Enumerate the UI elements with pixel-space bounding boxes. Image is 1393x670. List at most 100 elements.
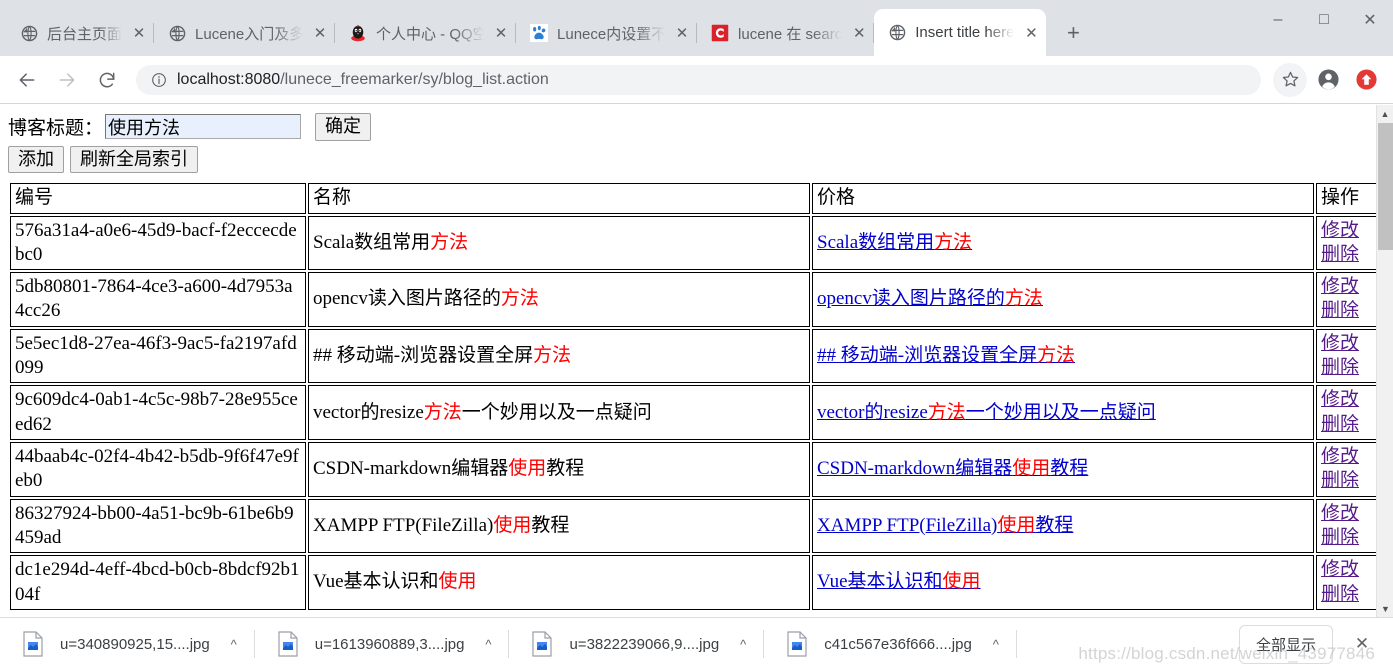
submit-button[interactable]: 确定 bbox=[315, 113, 372, 141]
close-shelf-icon[interactable]: ✕ bbox=[1347, 629, 1377, 659]
download-item-2[interactable]: u=1613960889,3....jpg ^ bbox=[255, 618, 510, 670]
globe-icon bbox=[888, 24, 906, 42]
image-file-icon bbox=[22, 631, 44, 657]
cell-name: vector的resize方法一个妙用以及一点疑问 bbox=[308, 385, 810, 440]
price-text-highlight: 方法 bbox=[934, 231, 973, 253]
forward-button[interactable] bbox=[50, 63, 84, 97]
delete-link[interactable]: 删除 bbox=[1321, 299, 1375, 323]
scroll-up-arrow-icon[interactable]: ▲ bbox=[1377, 105, 1393, 122]
name-text-highlight: 方法 bbox=[500, 288, 539, 310]
tab-close-icon[interactable]: ✕ bbox=[309, 22, 331, 44]
edit-link[interactable]: 修改 bbox=[1321, 332, 1375, 356]
price-link[interactable]: Vue基本认识和使用 bbox=[817, 571, 981, 592]
browser-window: 后台主页面 ✕ Lucene入门及多 ✕ 个人中心 - QQ空 ✕ Lunece… bbox=[0, 0, 1393, 670]
close-window-button[interactable]: ✕ bbox=[1347, 0, 1393, 40]
search-label: 博客标题： bbox=[8, 118, 104, 140]
delete-link[interactable]: 删除 bbox=[1321, 356, 1375, 380]
tab-close-icon[interactable]: ✕ bbox=[128, 22, 150, 44]
star-icon[interactable] bbox=[1273, 62, 1307, 97]
delete-link[interactable]: 删除 bbox=[1321, 583, 1375, 607]
edit-link[interactable]: 修改 bbox=[1321, 445, 1375, 469]
browser-tab-1[interactable]: 后台主页面 ✕ bbox=[6, 10, 155, 56]
add-button[interactable]: 添加 bbox=[8, 145, 64, 174]
chevron-up-icon[interactable]: ^ bbox=[481, 637, 495, 652]
browser-tab-6-active[interactable]: Insert title here ✕ bbox=[874, 9, 1047, 56]
show-all-downloads-button[interactable]: 全部显示 bbox=[1238, 624, 1333, 664]
name-text-highlight: 使用 bbox=[493, 514, 532, 536]
download-item-4[interactable]: c41c567e36f666....jpg ^ bbox=[764, 618, 1017, 670]
refresh-index-button[interactable]: 刷新全局索引 bbox=[70, 145, 198, 174]
price-text-highlight: 方法 bbox=[1037, 344, 1076, 366]
browser-tab-5[interactable]: lucene 在 searc ✕ bbox=[697, 10, 875, 56]
tab-close-icon[interactable]: ✕ bbox=[848, 22, 870, 44]
tab-title: 后台主页面 bbox=[47, 25, 123, 43]
price-link[interactable]: vector的resize方法一个妙用以及一点疑问 bbox=[817, 402, 1156, 423]
download-filename: u=1613960889,3....jpg bbox=[314, 635, 465, 653]
tab-close-icon[interactable]: ✕ bbox=[671, 22, 693, 44]
tab-title: 个人中心 - QQ空 bbox=[376, 25, 485, 43]
price-text-pre: ## 移动端-浏览器设置全屏 bbox=[817, 344, 1038, 366]
browser-tab-3[interactable]: 个人中心 - QQ空 ✕ bbox=[335, 10, 517, 56]
url-path: /lunece_freemarker/sy/blog_list.action bbox=[280, 70, 549, 88]
minimize-button[interactable]: – bbox=[1255, 0, 1301, 40]
cell-id: dc1e294d-4eff-4bcd-b0cb-8bdcf92b104f bbox=[10, 555, 306, 610]
edit-link[interactable]: 修改 bbox=[1321, 275, 1375, 299]
price-link[interactable]: XAMPP FTP(FileZilla)使用教程 bbox=[817, 515, 1073, 536]
price-text-highlight: 方法 bbox=[1004, 288, 1043, 310]
edit-link[interactable]: 修改 bbox=[1321, 502, 1375, 526]
scrollbar-thumb[interactable] bbox=[1378, 123, 1393, 250]
chevron-up-icon[interactable]: ^ bbox=[736, 637, 750, 652]
cell-operations: 修改 删除 bbox=[1316, 498, 1380, 554]
price-text-pre: CSDN-markdown编辑器 bbox=[817, 458, 1013, 480]
qq-penguin-icon bbox=[349, 24, 367, 42]
browser-tab-2[interactable]: Lucene入门及多 ✕ bbox=[154, 10, 336, 56]
cell-name: Vue基本认识和使用 bbox=[308, 555, 810, 610]
download-filename: u=3822239066,9....jpg bbox=[569, 635, 720, 653]
price-text-post: 一个妙用以及一点疑问 bbox=[965, 401, 1156, 423]
info-circle-icon[interactable] bbox=[150, 71, 167, 88]
reload-button[interactable] bbox=[90, 63, 124, 97]
delete-link[interactable]: 删除 bbox=[1321, 243, 1375, 267]
edit-link[interactable]: 修改 bbox=[1321, 558, 1375, 582]
tab-close-icon[interactable]: ✕ bbox=[1020, 22, 1042, 44]
search-input[interactable] bbox=[105, 114, 302, 140]
download-filename: c41c567e36f666....jpg bbox=[824, 635, 972, 653]
edit-link[interactable]: 修改 bbox=[1321, 388, 1375, 412]
action-button-row: 添加 刷新全局索引 bbox=[8, 145, 1370, 174]
chevron-up-icon[interactable]: ^ bbox=[227, 637, 241, 652]
scroll-down-arrow-icon[interactable]: ▼ bbox=[1377, 600, 1393, 617]
image-file-icon bbox=[277, 631, 299, 657]
cell-id: 44baab4c-02f4-4b42-b5db-9f6f47e9feb0 bbox=[10, 442, 306, 497]
cell-name: opencv读入图片路径的方法 bbox=[308, 272, 810, 327]
chevron-up-icon[interactable]: ^ bbox=[989, 637, 1003, 652]
name-text-highlight: 使用 bbox=[438, 571, 477, 593]
new-tab-button[interactable]: + bbox=[1056, 16, 1090, 50]
cell-operations: 修改 删除 bbox=[1316, 328, 1380, 384]
back-button[interactable] bbox=[10, 63, 44, 97]
delete-link[interactable]: 删除 bbox=[1321, 413, 1375, 437]
tab-title: Lucene入门及多 bbox=[195, 25, 304, 43]
account-avatar-icon[interactable] bbox=[1311, 63, 1345, 97]
update-arrow-icon[interactable] bbox=[1349, 63, 1383, 97]
edit-link[interactable]: 修改 bbox=[1321, 219, 1375, 243]
vertical-scrollbar[interactable]: ▲ ▼ bbox=[1376, 105, 1393, 617]
download-item-3[interactable]: u=3822239066,9....jpg ^ bbox=[509, 618, 765, 670]
tab-close-icon[interactable]: ✕ bbox=[490, 22, 512, 44]
delete-link[interactable]: 删除 bbox=[1321, 526, 1375, 550]
download-item-1[interactable]: u=340890925,15....jpg ^ bbox=[0, 618, 255, 670]
price-link[interactable]: CSDN-markdown编辑器使用教程 bbox=[817, 458, 1088, 479]
browser-tab-4[interactable]: Lunece内设置不 ✕ bbox=[516, 10, 698, 56]
address-bar[interactable]: localhost:8080/lunece_freemarker/sy/blog… bbox=[136, 64, 1261, 95]
price-link[interactable]: Scala数组常用方法 bbox=[817, 232, 972, 253]
name-text-pre: ## 移动端-浏览器设置全屏 bbox=[313, 344, 534, 366]
price-link[interactable]: ## 移动端-浏览器设置全屏方法 bbox=[817, 345, 1075, 366]
price-text-highlight: 使用 bbox=[997, 514, 1036, 536]
table-row: 44baab4c-02f4-4b42-b5db-9f6f47e9feb0 CSDN… bbox=[10, 442, 1380, 497]
price-text-post: 教程 bbox=[1050, 458, 1089, 480]
browser-toolbar: localhost:8080/lunece_freemarker/sy/blog… bbox=[0, 56, 1393, 104]
cell-price: opencv读入图片路径的方法 bbox=[812, 272, 1314, 327]
maximize-button[interactable]: □ bbox=[1301, 0, 1347, 40]
delete-link[interactable]: 删除 bbox=[1321, 469, 1375, 493]
price-link[interactable]: opencv读入图片路径的方法 bbox=[817, 288, 1043, 309]
tab-title: Lunece内设置不 bbox=[557, 25, 666, 43]
